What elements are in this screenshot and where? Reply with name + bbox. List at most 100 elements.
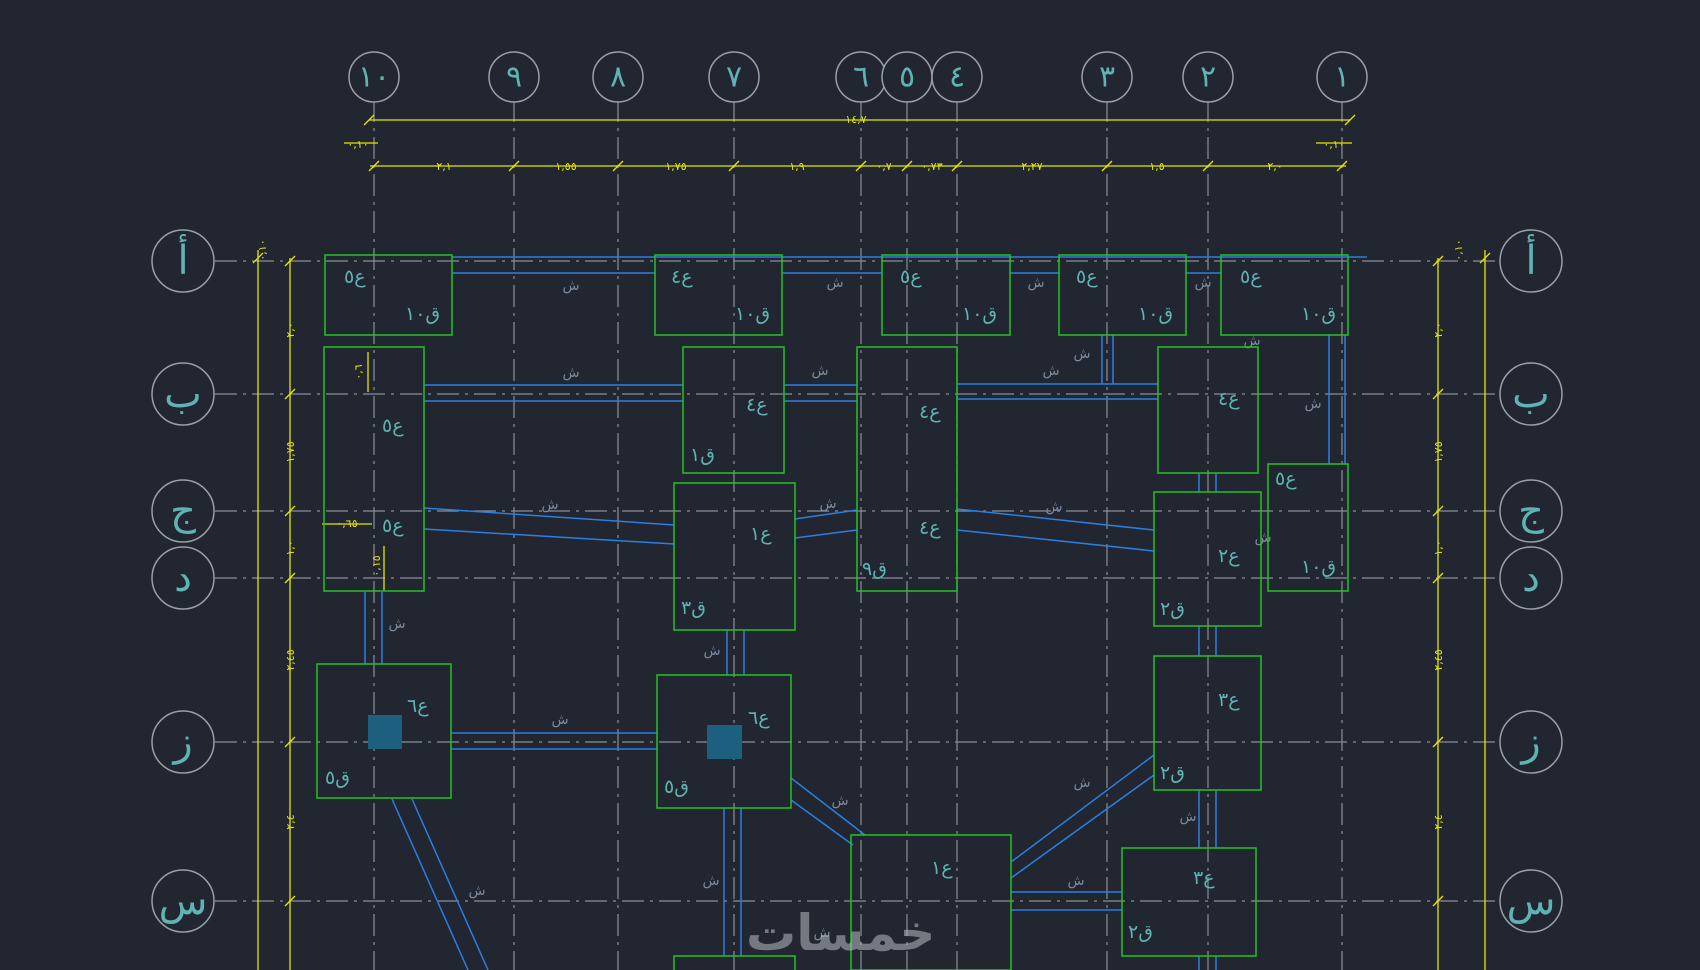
beam-label: ش	[1254, 530, 1271, 546]
dim-local-3: ٠,١٥	[370, 555, 383, 576]
dim-span-2: ١,٥٥	[555, 160, 576, 173]
dim-local-1: ٠,٦	[352, 364, 365, 379]
dim-span-5: ٠,٧	[876, 160, 891, 173]
footing-type: ع٥	[1240, 266, 1262, 288]
footing-rebar: ق١	[690, 444, 715, 466]
axis-bubble-right-sin[interactable]: س	[1499, 869, 1563, 933]
footing-c1[interactable]: ع٥ ق١٠	[1267, 463, 1349, 592]
beam-label: ش	[551, 712, 568, 728]
beam-label: ش	[1073, 346, 1090, 362]
footing-type: ع٥	[1275, 468, 1297, 490]
axis-label-5: ٥	[899, 60, 915, 95]
footing-rebar: ق٢	[1160, 598, 1185, 620]
footing-a5[interactable]: ع٥ ق١٠	[881, 254, 1011, 336]
axis-bubble-8[interactable]: ٨	[592, 51, 644, 103]
dim-right-1: ٢,٠	[1432, 322, 1445, 337]
cad-drawing-canvas[interactable]: ١٤,٧ ٠,١٠ ٠,١٠ ٢,١ ١,٥٥ ١,٧٥ ١,٩ ٠,٧ ٠,٧…	[0, 0, 1700, 970]
column-square	[368, 715, 402, 749]
watermark-logo: خمسات	[746, 904, 935, 962]
axis-bubble-7[interactable]: ٧	[708, 51, 760, 103]
axis-bubble-right-ba[interactable]: ب	[1499, 362, 1563, 426]
footing-rebar: ق١٠	[405, 303, 440, 325]
beam-label: ش	[819, 496, 836, 512]
column-square	[707, 725, 742, 759]
footing-type: ع٥	[1076, 266, 1098, 288]
axis-bubble-right-zay[interactable]: ز	[1499, 710, 1563, 774]
axis-bubble-10[interactable]: ١٠	[348, 51, 400, 103]
dim-right-4: ٢,٤٥	[1432, 649, 1445, 670]
dim-span-9: ٢,٠	[1267, 160, 1282, 173]
axis-label-8: ٨	[610, 60, 626, 95]
axis-bubble-4[interactable]: ٤	[931, 51, 983, 103]
axis-bubble-left-jim[interactable]: ج	[151, 479, 215, 543]
footing-a3[interactable]: ع٥ ق١٠	[1058, 254, 1187, 336]
axis-bubble-right-alef[interactable]: أ	[1499, 229, 1563, 293]
beam-label: ش	[388, 616, 405, 632]
beam-label: ش	[1304, 396, 1321, 412]
footing-type: ع١	[931, 857, 953, 879]
footing-type-2: ع٥	[382, 515, 404, 537]
axis-bubble-9[interactable]: ٩	[488, 51, 540, 103]
footing-a10[interactable]: ع٥ ق١٠	[324, 254, 453, 336]
footing-a1[interactable]: ع٥ ق١٠	[1220, 254, 1349, 336]
axis-bubble-5[interactable]: ٥	[881, 51, 933, 103]
footing-type: ع٦	[748, 707, 770, 729]
footing-type: ع٥	[900, 266, 922, 288]
axis-label-right-ba: ب	[1512, 371, 1550, 417]
beam-line	[1010, 754, 1155, 863]
dim-edge-left: ٠,١٠	[347, 138, 368, 151]
axis-label-right-dal: د	[1522, 555, 1540, 601]
footing-rebar: ق١٠	[1301, 303, 1336, 325]
beam-label: ش	[1027, 275, 1044, 291]
axis-bubble-left-sin[interactable]: س	[151, 869, 215, 933]
axis-bubble-left-ba[interactable]: ب	[151, 362, 215, 426]
axis-bubble-2[interactable]: ٢	[1182, 51, 1234, 103]
axis-bubble-6[interactable]: ٦	[835, 51, 887, 103]
axis-bubbles-left: أ ب ج د ز س	[151, 229, 215, 933]
dim-overall: ١٤,٧	[845, 113, 866, 126]
footing-type: ع٦	[407, 695, 429, 717]
footing-type: ع٤	[746, 394, 768, 416]
footing-rebar: ق١٠	[735, 303, 770, 325]
axis-label-7: ٧	[726, 60, 742, 95]
beam-label: ش	[541, 497, 558, 513]
dim-span-3: ١,٧٥	[665, 160, 686, 173]
beam-label: ش	[811, 363, 828, 379]
dim-span-6: ٠,٧٣	[921, 160, 942, 173]
axis-bubbles-right: أ ب ج د ز س	[1499, 229, 1563, 933]
axis-bubble-left-alef[interactable]: أ	[151, 229, 215, 293]
dim-right-2: ١,٧٥	[1432, 441, 1445, 462]
dim-right-5: ٢,٤	[1432, 814, 1445, 829]
dim-left-edge: ٠,١٠	[256, 239, 269, 260]
footing-type: ع٣	[1218, 689, 1240, 711]
footing-rebar: ق٢	[1128, 921, 1153, 943]
dim-left-4: ٢,٤٥	[284, 649, 297, 670]
axis-bubble-3[interactable]: ٣	[1081, 51, 1133, 103]
axis-label-3: ٣	[1099, 60, 1115, 95]
beam-label: ش	[1073, 775, 1090, 791]
footing-s2[interactable]: ع٣ ق٢	[1121, 847, 1257, 957]
footing-type: ع٢	[1218, 545, 1240, 567]
footing-a7[interactable]: ع٤ ق١٠	[654, 254, 783, 336]
axis-bubble-left-zay[interactable]: ز	[151, 710, 215, 774]
beam-line	[391, 798, 469, 970]
axis-label-2: ٢	[1200, 60, 1216, 95]
dim-left-5: ٢,٤	[284, 814, 297, 829]
axis-label-6: ٦	[853, 60, 869, 95]
dim-span-1: ٢,١	[436, 160, 451, 173]
axis-bubble-left-dal[interactable]: د	[151, 546, 215, 610]
beam-label: ش	[562, 278, 579, 294]
axis-bubble-right-jim[interactable]: ج	[1499, 479, 1563, 543]
axis-label-right-alef: أ	[1525, 234, 1536, 284]
beam-label: ش	[826, 275, 843, 291]
axis-bubble-right-dal[interactable]: د	[1499, 546, 1563, 610]
dim-left-2: ١,٧٥	[284, 441, 297, 462]
beam-label: ش	[1194, 275, 1211, 291]
footing-type: ع٤	[919, 401, 941, 423]
tie-beams	[364, 256, 1367, 970]
axis-label-left-zay: ز	[171, 719, 192, 765]
footing-z10[interactable]: ع٦ ق٥	[316, 663, 452, 799]
axis-bubble-1[interactable]: ١	[1316, 51, 1368, 103]
beam-label: ش	[1067, 873, 1084, 889]
axis-label-left-ba: ب	[164, 371, 202, 417]
